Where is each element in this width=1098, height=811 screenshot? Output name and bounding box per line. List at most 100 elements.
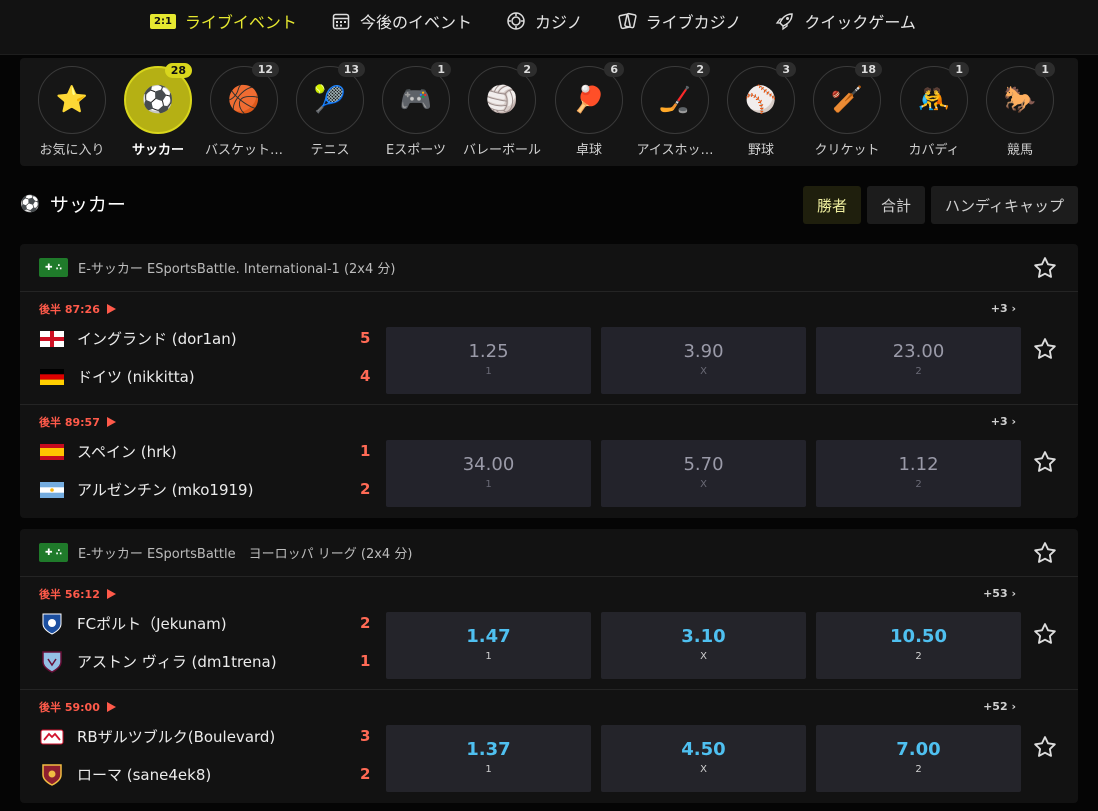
odds-button-away[interactable]: 7.00 2 <box>816 725 1021 792</box>
away-team: アストン ヴィラ (dm1trena) <box>39 650 277 673</box>
match-row: 後半 56:12 +53 › FCポルト（Jekunam) アストン ヴィラ (… <box>20 577 1078 690</box>
match-time: 後半 87:26 <box>39 301 117 317</box>
sport-favorites[interactable]: ⭐ お気に入り <box>29 66 115 158</box>
sport-table-tennis[interactable]: 🏓 6 卓球 <box>546 62 632 158</box>
cards-icon <box>617 11 637 31</box>
odds-button-home[interactable]: 34.00 1 <box>386 440 591 507</box>
sport-count-badge: 6 <box>604 62 624 77</box>
soccer-icon: ⚽ <box>20 194 40 213</box>
gamepad-icon: 🎮 <box>399 85 433 115</box>
odds-button-away[interactable]: 1.12 2 <box>816 440 1021 507</box>
favorite-star-icon[interactable] <box>1032 336 1058 362</box>
home-score: 5 <box>360 329 371 347</box>
tab-handicap[interactable]: ハンディキャップ <box>931 186 1078 224</box>
calendar-icon <box>331 11 351 31</box>
horse-icon: 🐎 <box>1003 85 1037 115</box>
argentina-flag-icon <box>39 480 65 500</box>
england-flag-icon <box>39 329 65 349</box>
nav-upcoming-events[interactable]: 今後のイベント <box>331 9 472 33</box>
kabaddi-icon: 🤼 <box>917 85 951 115</box>
sport-cricket[interactable]: 🏏 18 クリケット <box>804 62 890 158</box>
match-time: 後半 56:12 <box>39 586 117 602</box>
nav-quick-games[interactable]: クイックゲーム <box>775 9 916 33</box>
rocket-icon <box>775 11 795 31</box>
hockey-puck-icon: 🏒 <box>658 85 692 115</box>
sport-soccer[interactable]: ⚽ 28 サッカー <box>115 63 201 158</box>
league-header[interactable]: ✚ ∴ E-サッカー ESportsBattle. International-… <box>20 244 1078 292</box>
esports-league-icon: ✚ ∴ <box>39 543 68 562</box>
league-name: E-サッカー ESportsBattle. International-1 (2… <box>78 262 396 277</box>
sport-count-badge: 1 <box>431 62 451 77</box>
league-name: E-サッカー ESportsBattle ヨーロッパ リーグ (2x4 分) <box>78 547 413 562</box>
sports-category-strip: ⭐ お気に入り ⚽ 28 サッカー 🏀 12 バスケット… 🎾 13 テニス 🎮 1 E… <box>20 58 1078 166</box>
page-title: サッカー <box>49 194 126 216</box>
home-team: スペイン (hrk) <box>39 441 177 462</box>
odds-button-home[interactable]: 1.25 1 <box>386 327 591 394</box>
top-navigation: 2:1 ライブイベント 今後のイベント カジノ ライブカジノ クイックゲーム <box>0 0 1098 55</box>
favorite-star-icon[interactable] <box>1032 255 1058 281</box>
more-markets-link[interactable]: +53 › <box>983 587 1016 600</box>
away-team: ドイツ (nikkitta) <box>39 366 195 387</box>
play-icon <box>106 589 116 599</box>
odds-button-home[interactable]: 1.47 1 <box>386 612 591 679</box>
sport-ice-hockey[interactable]: 🏒 2 アイスホッ… <box>632 62 718 158</box>
live-badge: 2:1 <box>150 13 176 29</box>
sport-kabaddi[interactable]: 🤼 1 カバディ <box>891 62 977 158</box>
basketball-icon: 🏀 <box>227 85 261 115</box>
spain-flag-icon <box>39 442 65 462</box>
favorite-star-icon[interactable] <box>1032 734 1058 760</box>
more-markets-link[interactable]: +3 › <box>991 302 1016 315</box>
table-tennis-icon: 🏓 <box>572 85 606 115</box>
nav-live-casino[interactable]: ライブカジノ <box>617 9 741 33</box>
match-row: 後半 87:26 +3 › イングランド (dor1an) ドイツ (nikki… <box>20 292 1078 405</box>
section-header: ⚽ サッカー <box>20 190 126 217</box>
more-markets-link[interactable]: +3 › <box>991 415 1016 428</box>
home-score: 3 <box>360 727 371 745</box>
favorite-star-icon[interactable] <box>1032 540 1058 566</box>
away-score: 2 <box>360 765 371 783</box>
home-team: RBザルツブルク(Boulevard) <box>39 726 275 747</box>
sport-baseball[interactable]: ⚾ 3 野球 <box>718 62 804 158</box>
away-score: 2 <box>360 480 371 498</box>
match-row: 後半 89:57 +3 › スペイン (hrk) アルゼンチン (mko1919… <box>20 405 1078 518</box>
home-score: 2 <box>360 614 371 632</box>
odds-button-draw[interactable]: 3.10 X <box>601 612 806 679</box>
star-icon: ⭐ <box>55 85 89 115</box>
sport-count-badge: 12 <box>251 62 279 77</box>
tennis-icon: 🎾 <box>313 85 347 115</box>
esports-league-icon: ✚ ∴ <box>39 258 68 277</box>
favorite-star-icon[interactable] <box>1032 621 1058 647</box>
sport-tennis[interactable]: 🎾 13 テニス <box>287 62 373 158</box>
odds-button-draw[interactable]: 3.90 X <box>601 327 806 394</box>
match-row: 後半 59:00 +52 › RBザルツブルク(Boulevard) ローマ (… <box>20 690 1078 803</box>
favorite-star-icon[interactable] <box>1032 449 1058 475</box>
sport-count-badge: 2 <box>517 62 537 77</box>
play-icon <box>106 702 116 712</box>
sport-count-badge: 1 <box>1035 62 1055 77</box>
play-icon <box>106 304 116 314</box>
sport-esports[interactable]: 🎮 1 Eスポーツ <box>373 62 459 158</box>
odds-button-away[interactable]: 10.50 2 <box>816 612 1021 679</box>
home-team: FCポルト（Jekunam) <box>39 613 227 635</box>
sport-basketball[interactable]: 🏀 12 バスケット… <box>201 62 287 158</box>
cricket-icon: 🏏 <box>830 85 864 115</box>
odds-button-draw[interactable]: 4.50 X <box>601 725 806 792</box>
sport-volleyball[interactable]: 🏐 2 バレーボール <box>459 62 545 158</box>
more-markets-link[interactable]: +52 › <box>983 700 1016 713</box>
roma-crest-icon <box>39 763 65 786</box>
league-header[interactable]: ✚ ∴ E-サッカー ESportsBattle ヨーロッパ リーグ (2x4 … <box>20 529 1078 577</box>
tab-total[interactable]: 合計 <box>867 186 926 224</box>
odds-button-home[interactable]: 1.37 1 <box>386 725 591 792</box>
volleyball-icon: 🏐 <box>485 85 519 115</box>
odds-button-draw[interactable]: 5.70 X <box>601 440 806 507</box>
market-tabs: 勝者 合計 ハンディキャップ <box>803 186 1078 224</box>
odds-button-away[interactable]: 23.00 2 <box>816 327 1021 394</box>
sport-horse-racing[interactable]: 🐎 1 競馬 <box>977 62 1063 158</box>
match-time: 後半 59:00 <box>39 699 117 715</box>
play-icon <box>106 417 116 427</box>
nav-casino[interactable]: カジノ <box>506 9 583 33</box>
sport-count-badge: 3 <box>776 62 796 77</box>
nav-live-events[interactable]: 2:1 ライブイベント <box>150 9 297 33</box>
porto-crest-icon <box>39 613 65 635</box>
tab-winner[interactable]: 勝者 <box>803 186 862 224</box>
